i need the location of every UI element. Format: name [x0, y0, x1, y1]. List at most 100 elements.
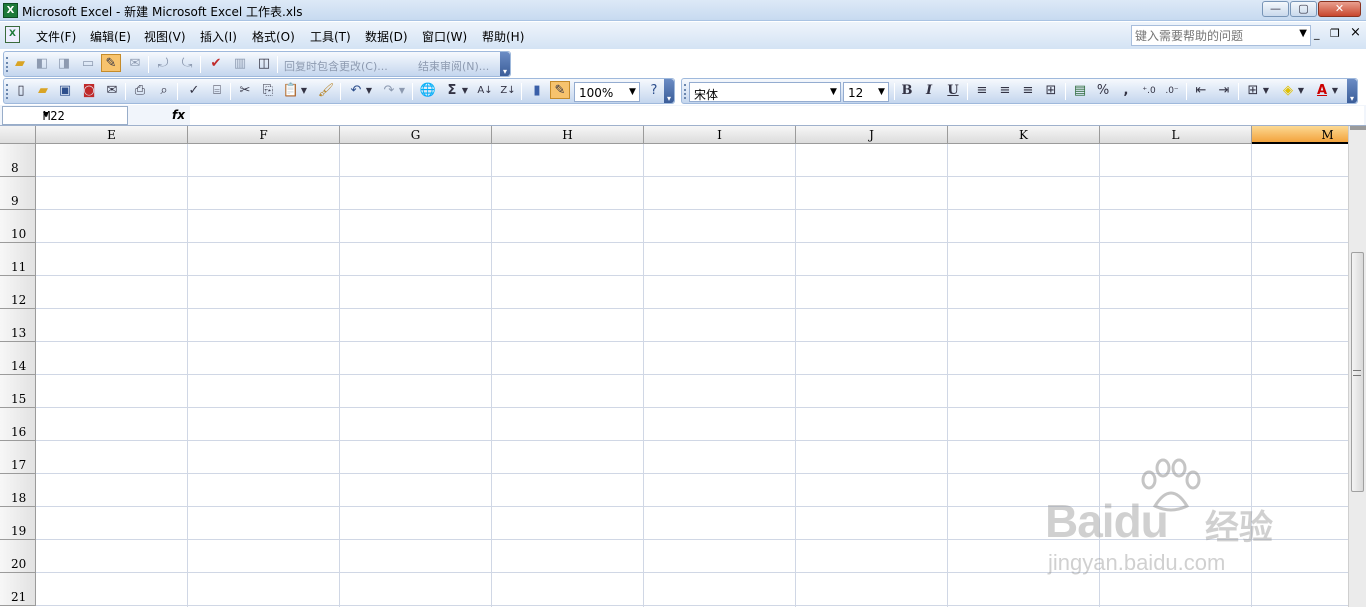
comma-style-button[interactable]: ,: [1116, 82, 1136, 100]
font-color-icon[interactable]: A: [1312, 82, 1332, 100]
column-header-k[interactable]: K: [948, 126, 1100, 144]
paste-icon[interactable]: 📋: [281, 82, 301, 100]
chevron-down-icon[interactable]: ▼: [875, 83, 888, 101]
row-header-15[interactable]: 15: [0, 375, 36, 408]
accept-change-icon[interactable]: ✔: [206, 55, 226, 73]
row-header-8[interactable]: 8: [0, 144, 36, 177]
close-button[interactable]: ✕: [1318, 1, 1361, 17]
bold-button[interactable]: B: [897, 82, 917, 100]
permission-icon[interactable]: ◙: [79, 82, 99, 100]
research-icon[interactable]: ⌸: [207, 82, 227, 100]
reject-change-icon[interactable]: ⤿: [177, 55, 197, 73]
row-header-9[interactable]: 9: [0, 177, 36, 210]
end-review-button[interactable]: 结束审阅(N)...: [418, 58, 489, 74]
column-header-f[interactable]: F: [188, 126, 340, 144]
open-folder-icon[interactable]: ▰: [33, 82, 53, 100]
decrease-decimal-icon[interactable]: .0⁻: [1162, 82, 1182, 100]
track-changes-icon[interactable]: ⤾: [153, 55, 173, 73]
toolbar-options-chevron-icon[interactable]: ▾: [500, 52, 510, 76]
open-folder-icon[interactable]: ▰: [10, 55, 30, 73]
menu-view[interactable]: 视图(V): [144, 28, 186, 45]
format-painter-icon[interactable]: 🖌: [316, 82, 336, 100]
align-right-icon[interactable]: ≡: [1018, 82, 1038, 100]
merge-center-icon[interactable]: ⊞: [1041, 82, 1061, 100]
reviewing-pane-icon[interactable]: ▥: [230, 55, 250, 73]
align-center-icon[interactable]: ≡: [995, 82, 1015, 100]
row-header-10[interactable]: 10: [0, 210, 36, 243]
underline-button[interactable]: U: [943, 82, 963, 100]
column-header-g[interactable]: G: [340, 126, 492, 144]
workbook-icon[interactable]: X: [5, 26, 20, 43]
fill-color-dropdown-chevron-icon[interactable]: ▼: [1296, 82, 1306, 100]
toolbar-grip[interactable]: [6, 57, 9, 72]
next-comment-icon[interactable]: ◨: [54, 55, 74, 73]
menu-edit[interactable]: 编辑(E): [90, 28, 131, 45]
menu-window[interactable]: 窗口(W): [422, 28, 467, 45]
select-all-corner[interactable]: [0, 126, 36, 144]
autosum-icon[interactable]: Σ: [442, 82, 462, 100]
split-box[interactable]: [1350, 126, 1366, 130]
maximize-button[interactable]: ▢: [1290, 1, 1317, 17]
chevron-down-icon[interactable]: ▼: [1299, 28, 1307, 39]
column-header-m[interactable]: M: [1252, 126, 1348, 144]
borders-dropdown-chevron-icon[interactable]: ▼: [1261, 82, 1271, 100]
spelling-icon[interactable]: ✓: [184, 82, 204, 100]
column-header-e[interactable]: E: [36, 126, 188, 144]
show-comment-icon[interactable]: ▭: [78, 55, 98, 73]
borders-icon[interactable]: ⊞: [1243, 82, 1263, 100]
row-header-21[interactable]: 21: [0, 573, 36, 606]
menu-data[interactable]: 数据(D): [365, 28, 408, 45]
name-box[interactable]: M22 ▼: [2, 106, 128, 125]
help-question-box[interactable]: ▼: [1131, 25, 1311, 46]
cut-icon[interactable]: ✂: [235, 82, 255, 100]
formula-input[interactable]: [190, 106, 1364, 125]
fill-color-icon[interactable]: ◈: [1278, 82, 1298, 100]
font-color-dropdown-chevron-icon[interactable]: ▼: [1330, 82, 1340, 100]
workbook-close-button[interactable]: ×: [1350, 25, 1361, 40]
paste-dropdown-chevron-icon[interactable]: ▼: [299, 82, 309, 100]
print-icon[interactable]: ⎙: [130, 82, 150, 100]
menu-format[interactable]: 格式(O): [252, 28, 295, 45]
reply-with-changes-button[interactable]: 回复时包含更改(C)...: [284, 58, 388, 74]
help-question-input[interactable]: [1132, 26, 1292, 45]
help-icon[interactable]: ?: [644, 82, 664, 100]
column-header-h[interactable]: H: [492, 126, 644, 144]
workbook-minimize-button[interactable]: _: [1314, 27, 1320, 40]
italic-button[interactable]: I: [919, 82, 939, 100]
chart-wizard-icon[interactable]: ▮: [527, 82, 547, 100]
send-to-recipient-icon[interactable]: ◫: [254, 55, 274, 73]
email-icon[interactable]: ✉: [102, 82, 122, 100]
previous-comment-icon[interactable]: ◧: [32, 55, 52, 73]
row-header-12[interactable]: 12: [0, 276, 36, 309]
zoom-select[interactable]: 100% ▼: [574, 82, 640, 102]
copy-icon[interactable]: ⎘: [258, 82, 278, 100]
align-left-icon[interactable]: ≡: [972, 82, 992, 100]
chevron-down-icon[interactable]: ▼: [626, 83, 639, 101]
column-header-j[interactable]: J: [796, 126, 948, 144]
menu-help[interactable]: 帮助(H): [482, 28, 524, 45]
vertical-scrollbar[interactable]: [1348, 126, 1366, 607]
toolbar-grip[interactable]: [684, 84, 687, 99]
increase-decimal-icon[interactable]: ⁺.0: [1139, 82, 1159, 100]
row-header-19[interactable]: 19: [0, 507, 36, 540]
toolbar-grip[interactable]: [6, 84, 9, 99]
decrease-indent-icon[interactable]: ⇤: [1191, 82, 1211, 100]
undo-dropdown-chevron-icon[interactable]: ▼: [364, 82, 374, 100]
column-header-i[interactable]: I: [644, 126, 796, 144]
row-header-14[interactable]: 14: [0, 342, 36, 375]
excel-app-icon[interactable]: X: [3, 3, 18, 18]
show-all-comments-icon[interactable]: ✎: [101, 54, 121, 72]
percent-button[interactable]: %: [1093, 82, 1113, 100]
row-header-20[interactable]: 20: [0, 540, 36, 573]
minimize-button[interactable]: —: [1262, 1, 1289, 17]
delete-comment-icon[interactable]: ✉: [125, 55, 145, 73]
workbook-restore-button[interactable]: ❐: [1330, 27, 1340, 40]
sort-descending-icon[interactable]: Z↓: [498, 82, 518, 100]
autosum-dropdown-chevron-icon[interactable]: ▼: [460, 82, 470, 100]
currency-icon[interactable]: ▤: [1070, 82, 1090, 100]
undo-icon[interactable]: ↶: [346, 82, 366, 100]
toolbar-options-chevron-icon[interactable]: ▾: [664, 79, 674, 103]
menu-tools[interactable]: 工具(T): [310, 28, 351, 45]
chevron-down-icon[interactable]: ▼: [827, 83, 840, 101]
font-select[interactable]: 宋体 ▼: [689, 82, 841, 102]
